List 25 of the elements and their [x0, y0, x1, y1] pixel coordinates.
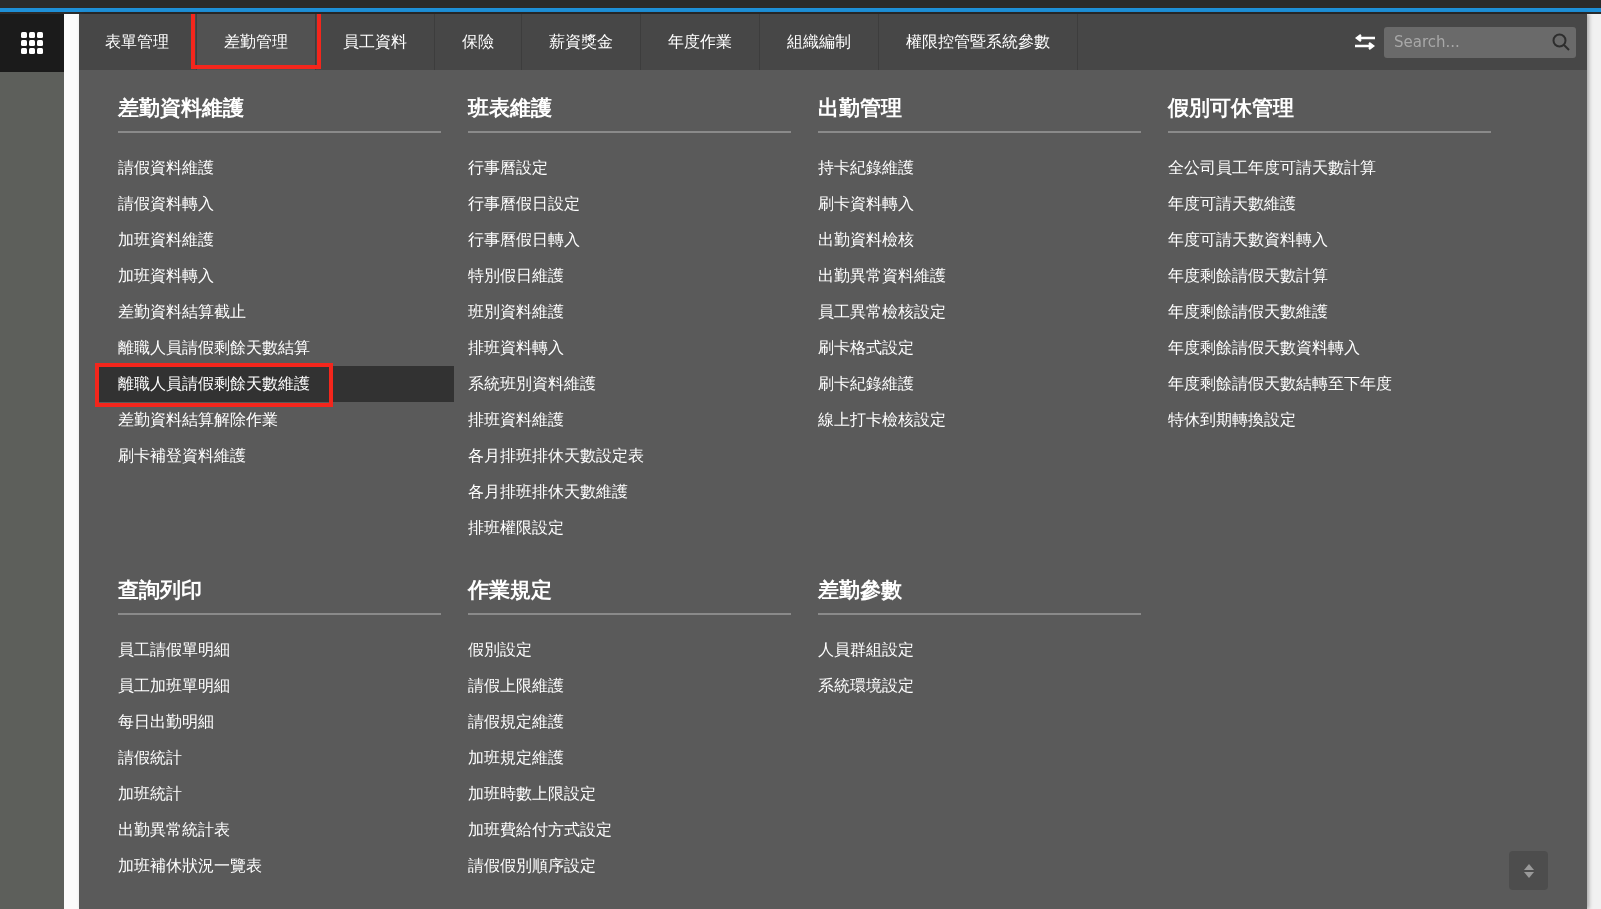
menu-link[interactable]: 排班權限設定: [447, 510, 812, 546]
nav-tab[interactable]: 保險: [435, 14, 521, 70]
section-heading: 假別可休管理: [1168, 94, 1491, 133]
section-heading: 作業規定: [468, 576, 791, 615]
section-heading: 出勤管理: [818, 94, 1141, 133]
search-field[interactable]: Search...: [1384, 26, 1576, 58]
nav-tab[interactable]: 組織編制: [760, 14, 878, 70]
menu-link[interactable]: 離職人員請假剩餘天數維護: [97, 366, 454, 402]
menu-link[interactable]: 各月排班排休天數維護: [447, 474, 812, 510]
section-heading: 查詢列印: [118, 576, 441, 615]
section-heading: 班表維護: [468, 94, 791, 133]
nav-tab[interactable]: 薪資獎金: [522, 14, 640, 70]
nav-tab[interactable]: 表單管理: [79, 14, 196, 70]
up-down-caret-icon: [1523, 863, 1534, 878]
nav-tab[interactable]: 員工資料: [316, 14, 434, 70]
swap-arrows-icon[interactable]: [1354, 34, 1376, 50]
section-heading: 差勤參數: [818, 576, 1141, 615]
apps-menu-button[interactable]: [0, 14, 64, 72]
nav-tab[interactable]: 差勤管理: [197, 14, 315, 70]
scroll-button[interactable]: [1509, 851, 1548, 890]
nav-tab[interactable]: 年度作業: [641, 14, 759, 70]
grid-icon: [21, 32, 43, 54]
section-heading: 差勤資料維護: [118, 94, 441, 133]
nav-tab[interactable]: 權限控管暨系統參數: [879, 14, 1077, 70]
search-icon[interactable]: [1552, 32, 1570, 51]
